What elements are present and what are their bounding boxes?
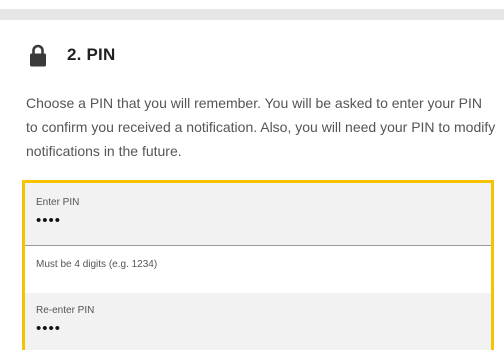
enter-pin-input[interactable]: •••• [36,213,491,229]
top-divider-bar [0,9,504,20]
pin-setup-page: 2. PIN Choose a PIN that you will rememb… [0,0,504,350]
enter-pin-field[interactable]: Enter PIN •••• [25,183,491,246]
section-header: 2. PIN [29,40,115,70]
section-description: Choose a PIN that you will remember. You… [26,95,496,159]
reenter-pin-field[interactable]: Re-enter PIN •••• [25,293,491,350]
pin-form-highlight: Enter PIN •••• Must be 4 digits (e.g. 12… [22,180,494,350]
lock-icon [29,44,47,67]
section-title: 2. PIN [67,45,116,64]
reenter-pin-input[interactable]: •••• [36,321,491,337]
enter-pin-label: Enter PIN [36,197,80,208]
pin-helper-text: Must be 4 digits (e.g. 1234) [25,246,491,293]
reenter-pin-label: Re-enter PIN [36,305,95,316]
